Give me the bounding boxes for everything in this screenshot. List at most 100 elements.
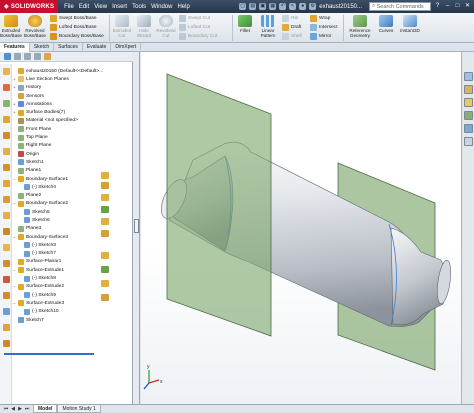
lofted-cut-button[interactable]: Lofted Cut [179,23,229,32]
reference-geometry-button[interactable]: Reference Geometry [345,13,375,43]
tree-item-boundary-surface3[interactable]: − Boundary-Surface3 [13,233,133,241]
delete-face-icon[interactable] [3,276,10,283]
tree-item-surface-extrude3[interactable]: − Surface-Extrude3 [13,299,133,307]
fill-icon[interactable] [3,196,10,203]
menu-insert[interactable]: Insert [112,4,127,10]
undo-icon[interactable]: ↶ [279,3,287,10]
open-file-icon[interactable]: ▤ [249,3,257,10]
dimxpert-manager-icon[interactable] [34,53,41,60]
tree-item-plane1[interactable]: Plane1 [13,167,133,175]
draft-button[interactable]: Draft [282,23,306,32]
tree-item-sketch10[interactable]: (-) Sketch10 [13,308,133,316]
rib-button[interactable]: Rib [282,14,306,23]
file-explorer-icon[interactable] [464,98,473,107]
design-library-icon[interactable] [464,85,473,94]
prev-tab-icon[interactable]: ◀ [10,406,16,412]
linear-pattern-button[interactable]: Linear Pattern [256,13,280,43]
menu-view[interactable]: View [94,4,107,10]
revolved-boss-button[interactable]: Revolved Boss/Base [22,13,48,43]
boundary-boss-button[interactable]: Boundary Boss/Base [50,32,106,41]
tab-model[interactable]: Model [33,405,58,413]
next-tab-icon[interactable]: ▶ [17,406,23,412]
fillet-button[interactable]: Fillet [234,13,256,43]
tree-item-origin[interactable]: Origin [13,150,133,158]
tree-item-sensors[interactable]: Sensors [13,92,133,100]
new-file-icon[interactable]: ▢ [239,3,247,10]
extruded-boss-button[interactable]: Extruded Boss/Base [0,13,22,43]
tree-item-live-section-planes[interactable]: + Live Section Planes [13,75,133,83]
tree-item-sketch9[interactable]: (-) Sketch9 [13,291,133,299]
curves-button[interactable]: Curves [375,13,397,43]
ruled-surface-icon[interactable] [3,324,10,331]
swept-boss-button[interactable]: Swept Boss/Base [50,14,106,23]
help-icon[interactable]: ? [434,3,441,10]
tree-item-history[interactable]: + History [13,84,133,92]
replace-face-icon[interactable] [3,292,10,299]
tab-motion-study[interactable]: Motion Study 1 [57,405,101,413]
appearances-icon[interactable] [464,124,473,133]
tab-evaluate[interactable]: Evaluate [83,43,112,52]
rebuild-icon[interactable]: ● [299,3,307,10]
tree-item-right-plane[interactable]: Right Plane [13,142,133,150]
extrude-icon[interactable] [3,164,10,171]
graphics-area[interactable]: x y [141,52,461,404]
display-manager-icon[interactable] [44,53,51,60]
tree-item-surface-extrude1[interactable]: − Surface-Extrude1 [13,266,133,274]
print-icon[interactable]: ▦ [269,3,277,10]
tree-item-annotations[interactable]: + Annotations [13,100,133,108]
tree-item-plane3[interactable]: Plane3 [13,225,133,233]
surface-icon[interactable] [3,116,10,123]
menu-help[interactable]: Help [177,4,189,10]
close-icon[interactable]: ✕ [464,3,471,10]
boundary-icon[interactable] [3,148,10,155]
feature-tree-icon[interactable] [4,53,11,60]
sketch-icon[interactable] [3,84,10,91]
boundary-cut-button[interactable]: Boundary Cut [179,32,229,41]
menu-file[interactable]: File [64,4,74,10]
revolve-icon[interactable] [3,180,10,187]
resources-icon[interactable] [464,72,473,81]
mirror-button[interactable]: Mirror [310,32,340,41]
tree-item-sketch7-child[interactable]: (-) Sketch7 [13,250,133,258]
instant3d-button[interactable]: Instant3D [397,13,423,43]
hole-wizard-button[interactable]: Hole Wizard [133,13,155,43]
tree-item-surface-bodies[interactable]: + Surface Bodies(7) [13,108,133,116]
intersect-button[interactable]: Intersect [310,23,340,32]
save-icon[interactable]: ▣ [259,3,267,10]
tree-item-boundary-surface2[interactable]: − Boundary-Surface2 [13,200,133,208]
collapse-handle[interactable] [134,219,139,233]
tree-item-boundary-surface1[interactable]: − Boundary-Surface1 [13,175,133,183]
offset-icon[interactable] [3,244,10,251]
panel-splitter[interactable] [133,52,140,404]
tree-item-sketch8[interactable]: (-) Sketch8 [13,274,133,282]
tree-item-top-plane[interactable]: Top Plane [13,133,133,141]
maximize-icon[interactable]: □ [454,3,461,10]
reference-plane-front[interactable] [166,73,272,337]
lofted-boss-button[interactable]: Lofted Boss/Base [50,23,106,32]
filter-icon[interactable] [3,68,10,75]
tree-item-sketch1[interactable]: Sketch1 [13,158,133,166]
tree-item-sketch4[interactable]: (-) Sketch4 [13,183,133,191]
custom-properties-icon[interactable] [464,137,473,146]
loft-icon[interactable] [3,132,10,139]
plane-icon[interactable] [3,100,10,107]
tree-item-sketch6[interactable]: Sketch6 [13,216,133,224]
last-tab-icon[interactable]: ⏭ [24,406,30,412]
mid-surface-icon[interactable] [3,340,10,347]
tree-item-surface-extrude2[interactable]: − Surface-Extrude2 [13,283,133,291]
menu-edit[interactable]: Edit [79,4,89,10]
shell-button[interactable]: Shell [282,32,306,41]
menu-window[interactable]: Window [151,4,172,10]
menu-tools[interactable]: Tools [132,4,146,10]
tree-item-material[interactable]: Material <not specified> [13,117,133,125]
knit-icon[interactable] [3,228,10,235]
solidworks-logo[interactable]: ◈ SOLIDWORKS [0,0,59,13]
tree-item-sketch7[interactable]: Sketch7 [13,316,133,324]
wrap-button[interactable]: Wrap [310,14,340,23]
tab-dimxpert[interactable]: DimXpert [111,43,142,52]
tree-item-sketch5[interactable]: Sketch5 [13,208,133,216]
tab-sketch[interactable]: Sketch [30,43,55,52]
thicken-icon[interactable] [3,260,10,267]
tree-item-surface-planar1[interactable]: Surface-Planar1 [13,258,133,266]
extruded-cut-button[interactable]: Extruded Cut [111,13,133,43]
